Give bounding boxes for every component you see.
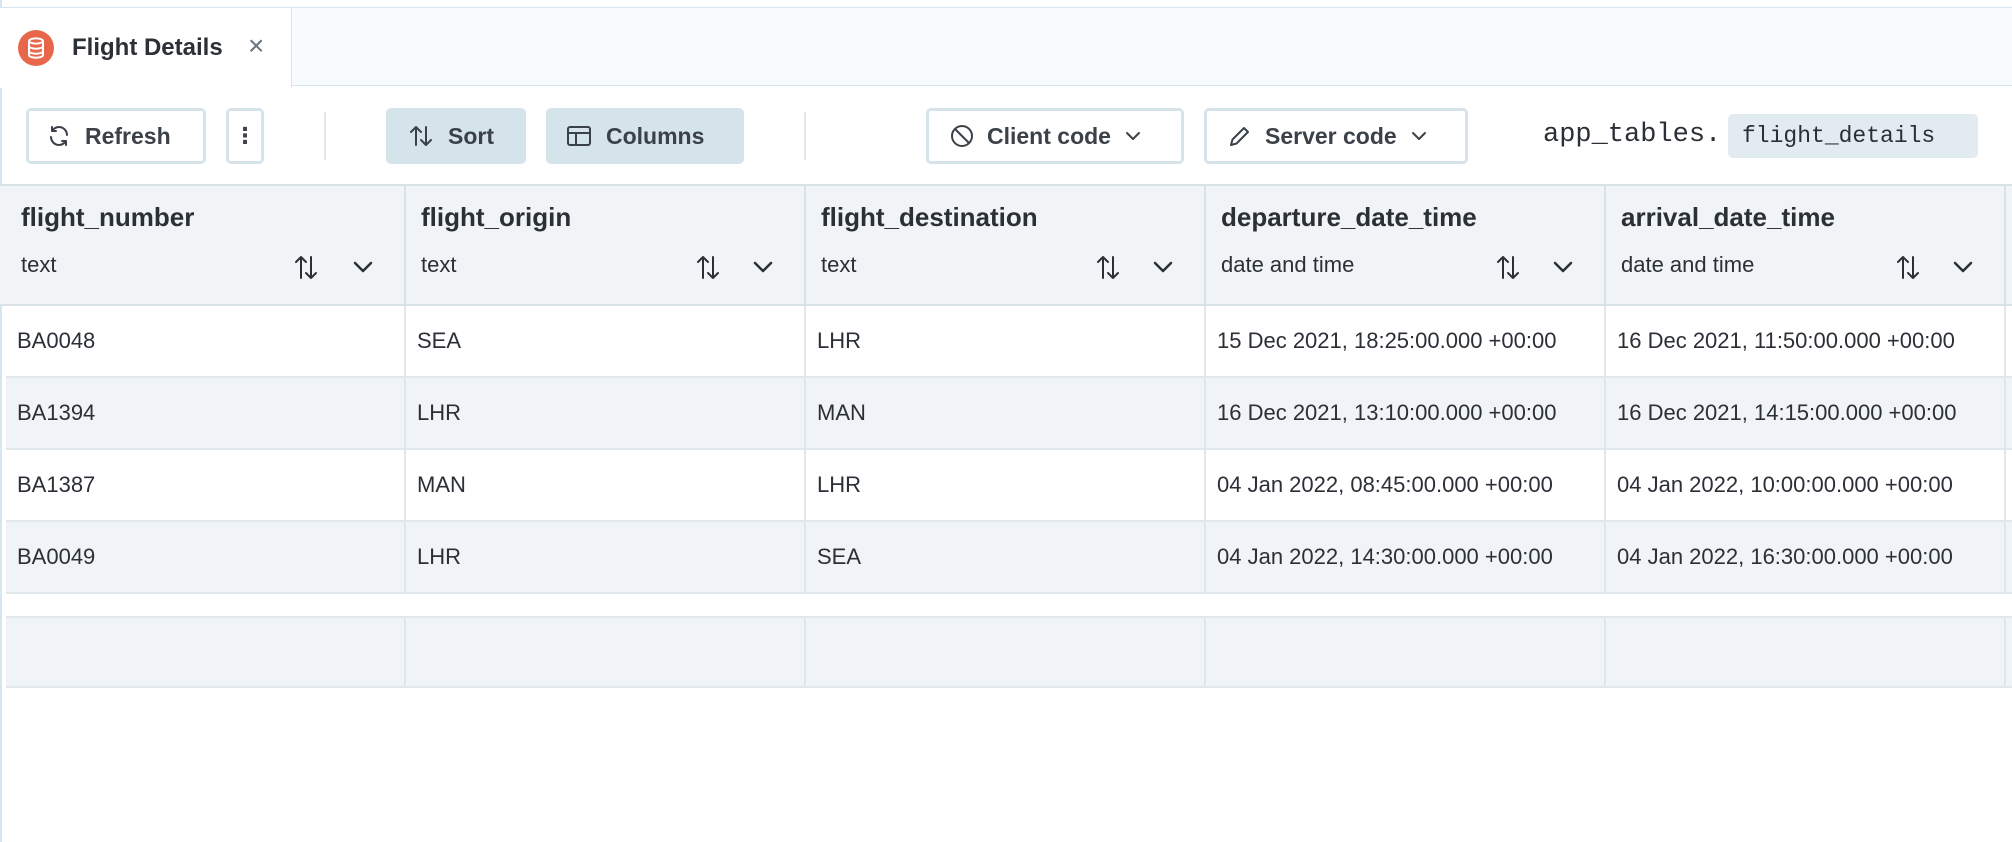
close-icon[interactable]: × <box>248 30 264 62</box>
app-tables-prefix: app_tables. <box>1543 120 1722 150</box>
column-name: flight_origin <box>421 202 572 232</box>
chevron-down-icon <box>1125 132 1140 140</box>
sort-icon[interactable] <box>291 252 321 282</box>
table-cell[interactable]: BA0048 <box>6 306 406 376</box>
table-header: flight_number text flight_origin text fl… <box>0 184 2012 308</box>
column-name: flight_destination <box>821 202 1038 232</box>
column-type: text <box>421 252 457 277</box>
table-name-chip: flight_details <box>1728 114 1978 158</box>
refresh-icon <box>50 126 68 146</box>
column-name: flight_number <box>21 202 195 232</box>
toolbar-divider <box>804 112 806 160</box>
new-row-cell[interactable] <box>806 618 1206 686</box>
new-row-cell[interactable] <box>6 618 406 686</box>
new-row-cell[interactable] <box>1206 618 1606 686</box>
sort-icon <box>410 126 432 146</box>
columns-button[interactable]: Columns <box>546 108 744 164</box>
server-code-button[interactable]: Server code <box>1204 108 1468 164</box>
column-type: text <box>821 252 857 277</box>
column-header[interactable]: flight_number text <box>0 186 406 308</box>
sort-icon[interactable] <box>1493 252 1523 282</box>
column-name: arrival_date_time <box>1621 202 1835 232</box>
table-cell[interactable]: 04 Jan 2022, 10:00:00.000 +00:00 <box>1606 450 2006 520</box>
new-row-cell[interactable] <box>1606 618 2006 686</box>
table-cell[interactable]: LHR <box>806 306 1206 376</box>
table-cell[interactable]: 04 Jan 2022, 14:30:00.000 +00:00 <box>1206 522 1606 592</box>
chevron-down-icon[interactable] <box>348 252 378 282</box>
chevron-down-icon[interactable] <box>1548 252 1578 282</box>
client-code-label: Client code <box>987 122 1111 149</box>
new-row[interactable] <box>6 616 2012 688</box>
columns-icon <box>567 126 591 146</box>
sort-icon[interactable] <box>1893 252 1923 282</box>
client-code-button[interactable]: Client code <box>926 108 1184 164</box>
column-name: departure_date_time <box>1221 202 1477 232</box>
sort-icon[interactable] <box>1093 252 1123 282</box>
column-type: date and time <box>1621 252 1755 277</box>
table-cell[interactable]: SEA <box>806 522 1206 592</box>
refresh-label: Refresh <box>85 122 171 149</box>
column-header[interactable]: flight_origin text <box>406 186 806 308</box>
table-row[interactable]: BA1394 LHR MAN 16 Dec 2021, 13:10:00.000… <box>6 378 2012 450</box>
table-cell[interactable]: LHR <box>406 522 806 592</box>
table-cell[interactable]: 04 Jan 2022, 16:30:00.000 +00:00 <box>1606 522 2006 592</box>
table-cell[interactable]: BA1394 <box>6 378 406 448</box>
table-cell[interactable]: MAN <box>406 450 806 520</box>
table-row[interactable]: BA0048 SEA LHR 15 Dec 2021, 18:25:00.000… <box>6 306 2012 378</box>
column-type: text <box>21 252 57 277</box>
table-row[interactable]: BA0049 LHR SEA 04 Jan 2022, 14:30:00.000… <box>6 522 2012 594</box>
table-cell[interactable]: 16 Dec 2021, 14:15:00.000 +00:00 <box>1606 378 2006 448</box>
sort-icon[interactable] <box>693 252 723 282</box>
chevron-down-icon[interactable] <box>748 252 778 282</box>
column-header[interactable]: arrival_date_time date and time <box>1606 186 2006 308</box>
table-row[interactable]: BA1387 MAN LHR 04 Jan 2022, 08:45:00.000… <box>6 450 2012 522</box>
table-cell[interactable]: LHR <box>806 450 1206 520</box>
table-cell[interactable]: BA1387 <box>6 450 406 520</box>
server-code-label: Server code <box>1265 122 1397 149</box>
chevron-down-icon[interactable] <box>1948 252 1978 282</box>
new-row-cell[interactable] <box>406 618 806 686</box>
table-cell[interactable]: BA0049 <box>6 522 406 592</box>
tab-title: Flight Details <box>72 34 223 61</box>
table-cell[interactable]: 16 Dec 2021, 13:10:00.000 +00:00 <box>1206 378 1606 448</box>
forbidden-icon <box>951 125 973 147</box>
tab-strip: Flight Details × <box>0 7 2012 88</box>
sort-label: Sort <box>448 122 494 149</box>
database-icon <box>18 30 54 66</box>
toolbar-divider <box>324 112 326 160</box>
toolbar: Refresh ⋮ Sort Columns Client code Serve… <box>0 86 2012 184</box>
column-header[interactable]: departure_date_time date and time <box>1206 186 1606 308</box>
more-vertical-icon: ⋮ <box>234 123 256 148</box>
table-cell[interactable]: 15 Dec 2021, 18:25:00.000 +00:00 <box>1206 306 1606 376</box>
columns-label: Columns <box>606 122 705 149</box>
chevron-down-icon <box>1411 132 1426 140</box>
more-options-button[interactable]: ⋮ <box>226 108 264 164</box>
pencil-icon <box>1230 127 1249 146</box>
table-cell[interactable]: LHR <box>406 378 806 448</box>
table-cell[interactable]: 16 Dec 2021, 11:50:00.000 +00:00 <box>1606 306 2006 376</box>
sort-button[interactable]: Sort <box>386 108 526 164</box>
column-header[interactable]: flight_destination text <box>806 186 1206 308</box>
refresh-button[interactable]: Refresh <box>26 108 206 164</box>
table-cell[interactable]: 04 Jan 2022, 08:45:00.000 +00:00 <box>1206 450 1606 520</box>
column-type: date and time <box>1221 252 1355 277</box>
table-cell[interactable]: SEA <box>406 306 806 376</box>
table-cell[interactable]: MAN <box>806 378 1206 448</box>
tab-flight-details[interactable]: Flight Details × <box>0 7 292 88</box>
chevron-down-icon[interactable] <box>1148 252 1178 282</box>
